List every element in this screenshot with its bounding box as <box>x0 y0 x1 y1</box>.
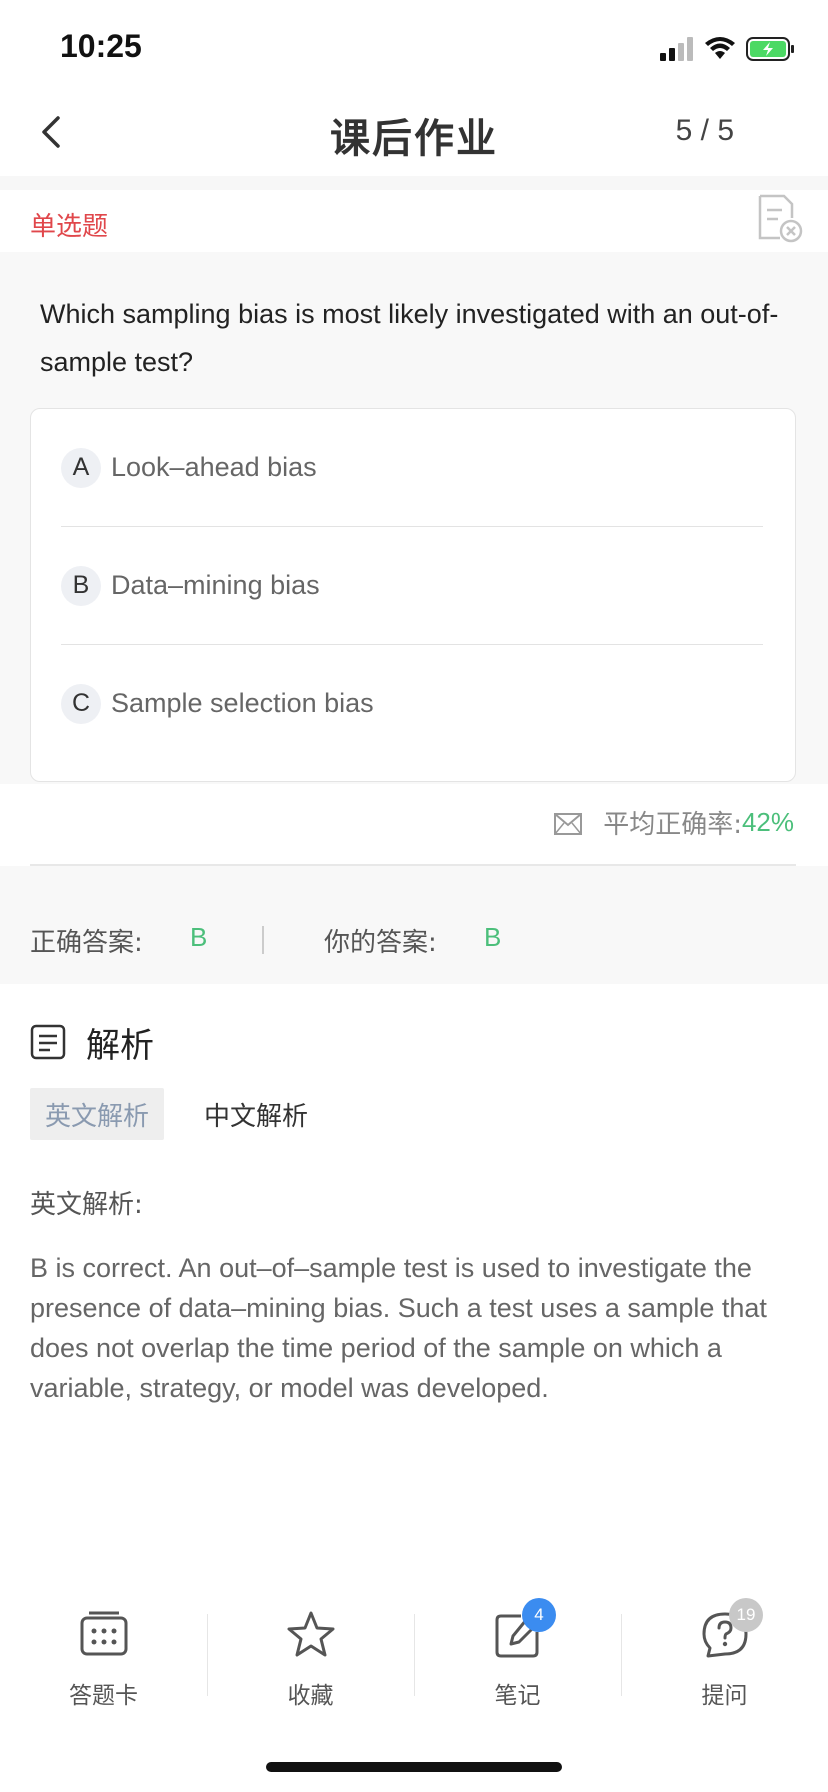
correct-answer-value: B <box>190 922 208 952</box>
notes-label: 笔记 <box>494 1683 541 1709</box>
ask-question-label: 提问 <box>701 1683 748 1709</box>
your-answer-label: 你的答案: <box>324 928 437 958</box>
signal-icon <box>660 37 693 61</box>
mail-icon[interactable] <box>553 810 583 836</box>
option-b[interactable]: B Data–mining bias <box>61 527 763 644</box>
option-letter: B <box>61 565 101 606</box>
accuracy-label: 平均正确率: <box>603 810 742 840</box>
option-letter: C <box>61 683 101 724</box>
option-a[interactable]: A Look–ahead bias <box>61 409 763 526</box>
status-time: 10:25 <box>60 28 142 64</box>
correct-answer-label: 正确答案: <box>30 928 143 958</box>
favorite-button[interactable]: 收藏 <box>207 1590 414 1720</box>
answer-card-label: 答题卡 <box>69 1683 138 1709</box>
tab-chinese-analysis[interactable]: 中文解析 <box>204 1088 308 1140</box>
accuracy-row: 平均正确率: 42% <box>553 804 794 841</box>
wifi-icon <box>705 37 735 59</box>
battery-icon <box>746 37 794 61</box>
star-icon <box>287 1611 335 1657</box>
question-type-label: 单选题 <box>30 212 109 242</box>
question-type-row <box>0 190 828 252</box>
options-card: A Look–ahead bias B Data–mining bias C S… <box>30 408 796 782</box>
answer-card-icon <box>80 1611 128 1656</box>
section-divider <box>0 176 828 190</box>
tab-english-analysis[interactable]: 英文解析 <box>30 1088 164 1140</box>
analysis-subtitle: 英文解析: <box>30 1190 143 1220</box>
status-icons <box>658 36 796 62</box>
your-answer-value: B <box>484 922 502 952</box>
answers-separator <box>262 926 264 954</box>
option-letter: A <box>61 447 101 488</box>
report-error-icon[interactable] <box>752 192 804 244</box>
answer-card-button[interactable]: 答题卡 <box>0 1590 207 1720</box>
analysis-body: B is correct. An out–of–sample test is u… <box>30 1253 767 1403</box>
questions-count-badge: 19 <box>729 1598 763 1632</box>
notes-count-badge: 4 <box>522 1598 556 1632</box>
option-text: Sample selection bias <box>111 688 374 718</box>
analysis-title: 解析 <box>86 1026 154 1066</box>
option-text: Data–mining bias <box>111 570 320 600</box>
question-text: Which sampling bias is most likely inves… <box>40 299 779 377</box>
option-c[interactable]: C Sample selection bias <box>61 645 763 762</box>
question-progress: 5 / 5 <box>675 114 734 147</box>
bottom-toolbar: 答题卡 收藏 4 笔记 19 提问 <box>0 1590 828 1720</box>
accuracy-value: 42% <box>741 807 794 837</box>
notes-button[interactable]: 4 笔记 <box>414 1590 621 1720</box>
home-indicator <box>266 1762 562 1772</box>
favorite-label: 收藏 <box>287 1683 334 1709</box>
document-icon <box>30 1024 66 1060</box>
ask-question-button[interactable]: 19 提问 <box>621 1590 828 1720</box>
option-text: Look–ahead bias <box>111 452 317 482</box>
